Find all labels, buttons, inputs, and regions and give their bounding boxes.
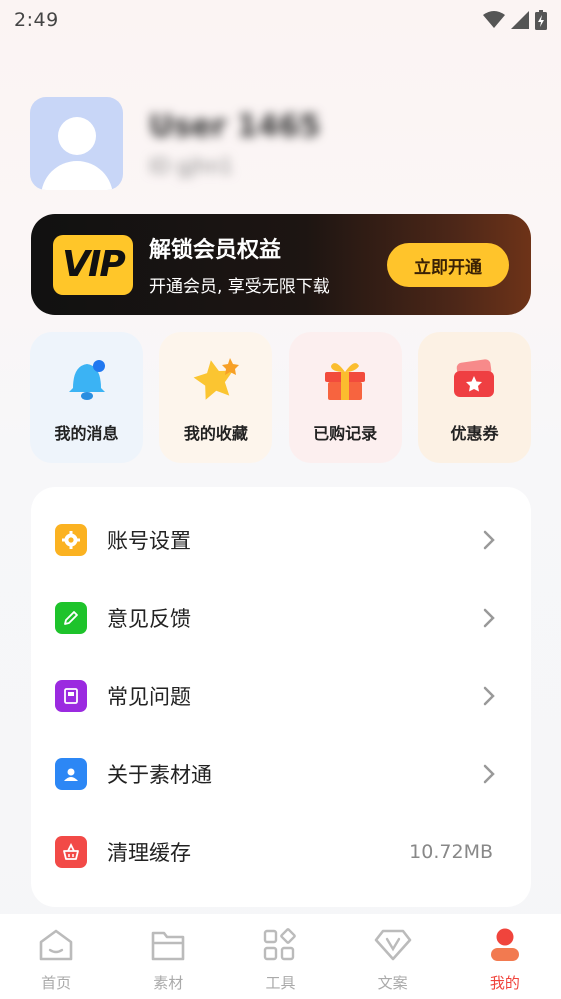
menu-label: 常见问题: [107, 685, 191, 709]
vip-logo: VIP: [53, 234, 133, 295]
tab-home[interactable]: 首页: [0, 914, 112, 999]
profile-header[interactable]: User 1465 ID gjhn1: [30, 97, 320, 190]
chevron-right-icon: [483, 764, 495, 784]
wifi-icon: [483, 11, 505, 28]
tab-materials[interactable]: 素材: [112, 914, 224, 999]
quick-favorites[interactable]: 我的收藏: [159, 332, 273, 463]
quick-label: 我的消息: [54, 424, 119, 443]
cache-size: 10.72MB: [409, 841, 493, 863]
tools-icon: [262, 926, 298, 964]
gift-icon: [320, 354, 370, 404]
username: User 1465: [149, 109, 321, 144]
star-icon: [191, 354, 241, 404]
menu-label: 账号设置: [107, 529, 191, 553]
menu-clear-cache[interactable]: 清理缓存 10.72MB: [31, 813, 531, 891]
bottom-tab-bar: 首页 素材 工具 文案 我的: [0, 914, 561, 999]
user-id: ID gjhn1: [149, 154, 233, 178]
settings-menu: 账号设置 意见反馈 常见问题 关于素材通 清理缓存 10.72MB: [31, 487, 531, 907]
signal-icon: [511, 11, 529, 29]
status-bar: 2:49: [0, 0, 561, 40]
battery-icon: [535, 10, 547, 30]
menu-faq[interactable]: 常见问题: [31, 657, 531, 735]
quick-label: 我的收藏: [183, 424, 248, 443]
menu-account-settings[interactable]: 账号设置: [31, 501, 531, 579]
menu-label: 意见反馈: [107, 607, 191, 631]
tab-tools[interactable]: 工具: [224, 914, 336, 999]
tab-label: 首页: [41, 974, 72, 992]
copywriting-icon: [374, 926, 412, 964]
menu-label: 关于素材通: [107, 763, 212, 787]
faq-icon: [55, 680, 87, 712]
folder-icon: [150, 926, 186, 964]
menu-about[interactable]: 关于素材通: [31, 735, 531, 813]
status-icons: [483, 10, 547, 30]
tab-label: 我的: [489, 974, 520, 992]
avatar[interactable]: [30, 97, 123, 190]
vip-title: 解锁会员权益: [149, 238, 282, 263]
quick-messages[interactable]: 我的消息: [30, 332, 143, 463]
menu-feedback[interactable]: 意见反馈: [31, 579, 531, 657]
quick-actions: 我的消息 我的收藏 已购记录 优惠券: [30, 332, 531, 463]
status-time: 2:49: [14, 9, 59, 31]
menu-label: 清理缓存: [107, 841, 191, 865]
tab-label: 工具: [265, 974, 296, 992]
tab-profile[interactable]: 我的: [449, 914, 561, 999]
feedback-icon: [55, 602, 87, 634]
quick-coupons[interactable]: 优惠券: [417, 332, 531, 463]
quick-label: 已购记录: [313, 424, 378, 443]
bell-icon: [62, 354, 112, 404]
coupon-icon: [449, 354, 499, 404]
tab-copywriting[interactable]: 文案: [337, 914, 449, 999]
quick-purchases[interactable]: 已购记录: [288, 332, 402, 463]
about-icon: [55, 758, 87, 790]
clean-icon: [55, 836, 87, 868]
chevron-right-icon: [483, 530, 495, 550]
chevron-right-icon: [483, 608, 495, 628]
profile-icon: [488, 926, 522, 964]
open-vip-button[interactable]: 立即开通: [387, 243, 509, 287]
settings-icon: [55, 524, 87, 556]
vip-banner[interactable]: VIP 解锁会员权益 开通会员, 享受无限下载 立即开通: [31, 214, 531, 315]
quick-label: 优惠券: [450, 424, 499, 443]
home-icon: [38, 926, 74, 964]
tab-label: 素材: [153, 974, 184, 992]
vip-subtitle: 开通会员, 享受无限下载: [149, 277, 330, 297]
chevron-right-icon: [483, 686, 495, 706]
tab-label: 文案: [377, 974, 408, 992]
